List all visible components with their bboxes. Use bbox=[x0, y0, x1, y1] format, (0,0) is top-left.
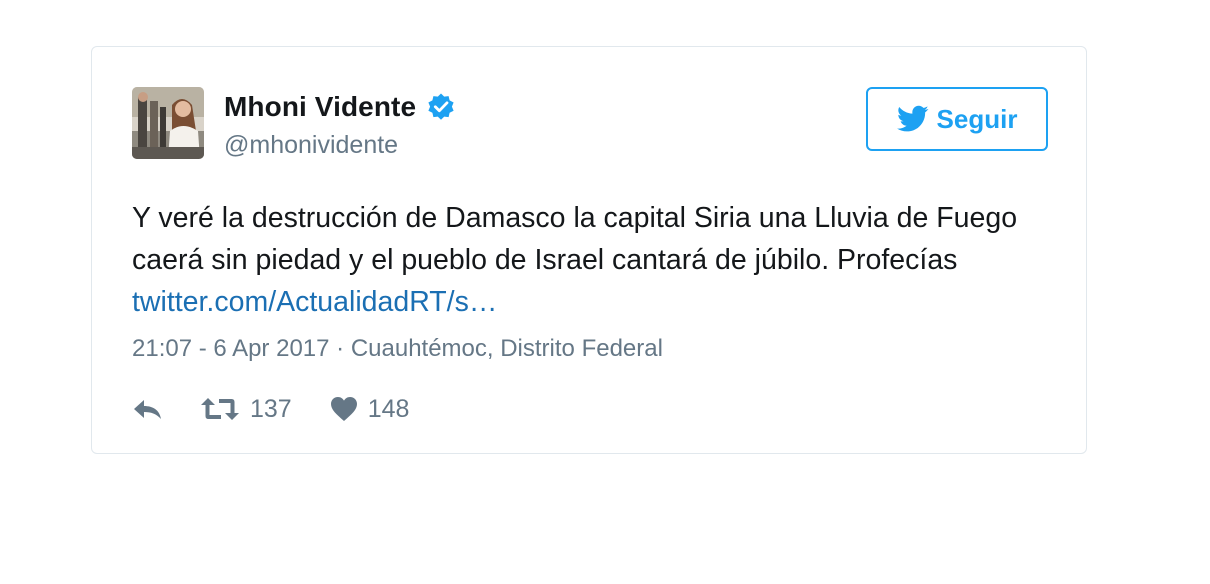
reply-icon bbox=[134, 400, 161, 419]
like-button[interactable]: 148 bbox=[330, 394, 410, 424]
retweet-count: 137 bbox=[250, 394, 292, 423]
tweet-meta: 21:07 - 6 Apr 2017 · Cuauhtémoc, Distrit… bbox=[132, 335, 663, 363]
like-count: 148 bbox=[367, 394, 410, 423]
retweet-icon bbox=[201, 398, 239, 420]
twitter-bird-icon bbox=[896, 105, 928, 132]
heart-icon bbox=[330, 397, 357, 421]
tweet-actions: 137 148 bbox=[132, 393, 409, 425]
author-handle[interactable]: @mhonividente bbox=[224, 131, 398, 160]
retweet-button[interactable]: 137 bbox=[200, 395, 292, 424]
tweet-timestamp[interactable]: 21:07 - 6 Apr 2017 bbox=[132, 335, 329, 362]
tweet-location[interactable]: Cuauhtémoc, Distrito Federal bbox=[351, 335, 663, 362]
tweet-text: Y veré la destrucción de Damasco la capi… bbox=[132, 197, 1052, 323]
tweet-link[interactable]: twitter.com/ActualidadRT/s… bbox=[132, 286, 497, 318]
follow-button[interactable]: Seguir bbox=[866, 87, 1048, 151]
reply-button[interactable] bbox=[132, 397, 164, 421]
avatar[interactable] bbox=[132, 87, 204, 159]
meta-separator: · bbox=[329, 335, 351, 362]
follow-button-label: Seguir bbox=[936, 103, 1018, 134]
author-display-name[interactable]: Mhoni Vidente bbox=[224, 91, 416, 123]
verified-badge-icon bbox=[428, 93, 454, 120]
tweet-body-text: Y veré la destrucción de Damasco la capi… bbox=[132, 202, 1018, 276]
profile-photo-icon bbox=[132, 87, 204, 159]
author-name-row: Mhoni Vidente bbox=[224, 87, 456, 127]
embedded-tweet-card: Mhoni Vidente @mhonividente Seguir Y ver… bbox=[91, 46, 1087, 454]
